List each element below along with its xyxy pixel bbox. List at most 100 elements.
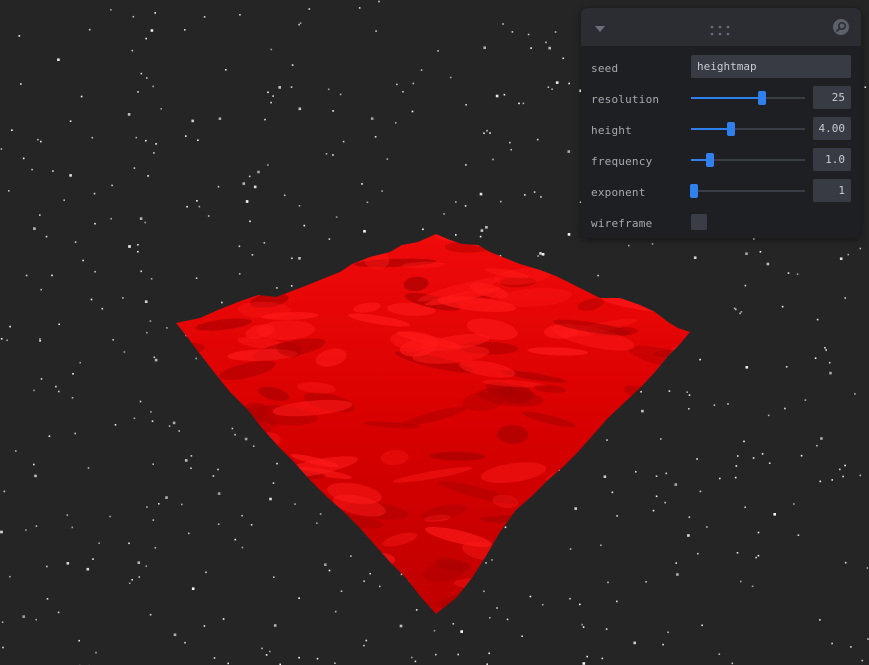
- star: [455, 201, 457, 203]
- frequency-slider[interactable]: [691, 153, 805, 167]
- exponent-value-field[interactable]: 1: [813, 179, 851, 202]
- star: [328, 238, 331, 240]
- star: [267, 91, 269, 94]
- star: [479, 235, 482, 238]
- star: [225, 69, 227, 71]
- star: [172, 421, 176, 425]
- star: [6, 339, 8, 342]
- star: [334, 662, 336, 664]
- grip-dots-icon[interactable]: [709, 21, 731, 40]
- star: [674, 483, 678, 486]
- star: [71, 397, 74, 399]
- star: [586, 655, 588, 658]
- star: [181, 503, 183, 506]
- star: [131, 49, 134, 52]
- height-slider[interactable]: [691, 122, 805, 136]
- star: [25, 529, 27, 531]
- frequency-slider-thumb[interactable]: [706, 153, 715, 167]
- star: [66, 562, 70, 565]
- star: [688, 516, 691, 518]
- star: [3, 490, 6, 493]
- star: [699, 358, 701, 361]
- star: [234, 538, 237, 541]
- star: [135, 136, 138, 139]
- star: [273, 576, 275, 578]
- chevron-down-icon[interactable]: [594, 19, 606, 38]
- star: [735, 308, 737, 311]
- star: [696, 458, 698, 460]
- star: [8, 190, 10, 192]
- star: [248, 175, 251, 178]
- star: [35, 525, 38, 527]
- star: [492, 158, 494, 161]
- frequency-value-field[interactable]: 1.0: [813, 148, 851, 171]
- star: [548, 46, 551, 50]
- star: [667, 631, 669, 634]
- panel-header[interactable]: [581, 8, 861, 46]
- star: [22, 615, 25, 618]
- star: [665, 472, 668, 475]
- star: [793, 503, 795, 505]
- star: [787, 272, 790, 274]
- star: [325, 153, 328, 155]
- star: [740, 580, 742, 583]
- star: [706, 526, 708, 528]
- star: [582, 662, 586, 665]
- exponent-slider[interactable]: [690, 184, 805, 198]
- resolution-value-field[interactable]: 25: [813, 86, 851, 109]
- star: [221, 301, 223, 304]
- star: [386, 158, 389, 160]
- star: [144, 300, 148, 303]
- search-icon[interactable]: [832, 18, 850, 40]
- star: [46, 598, 49, 600]
- star: [316, 657, 319, 660]
- star: [350, 555, 352, 557]
- star: [500, 200, 502, 203]
- star: [744, 506, 746, 509]
- star: [239, 14, 241, 16]
- frequency-row: frequency 1.0: [581, 147, 861, 178]
- star: [819, 480, 822, 483]
- star: [251, 254, 254, 256]
- star: [816, 318, 819, 321]
- star: [110, 9, 112, 11]
- star: [145, 37, 147, 40]
- star: [633, 641, 636, 645]
- star: [137, 561, 141, 564]
- star: [298, 23, 300, 26]
- star: [824, 347, 826, 349]
- resolution-slider-thumb[interactable]: [757, 91, 766, 105]
- star: [191, 587, 195, 590]
- exponent-slider-thumb[interactable]: [690, 184, 699, 198]
- star: [850, 646, 852, 648]
- star: [238, 245, 241, 248]
- star: [264, 118, 266, 121]
- star: [78, 639, 80, 642]
- star: [655, 475, 658, 477]
- star: [816, 444, 818, 447]
- wireframe-checkbox[interactable]: [691, 214, 707, 230]
- star: [819, 619, 821, 621]
- star: [145, 565, 148, 567]
- seed-input[interactable]: [691, 55, 851, 78]
- star: [154, 547, 157, 549]
- star: [399, 624, 403, 628]
- star: [63, 199, 65, 201]
- star: [465, 164, 467, 166]
- star: [190, 455, 193, 457]
- resolution-slider[interactable]: [691, 91, 805, 105]
- star: [574, 507, 577, 510]
- star: [241, 514, 243, 517]
- star: [207, 215, 210, 217]
- star: [480, 229, 484, 232]
- star: [536, 138, 539, 141]
- star: [195, 357, 197, 360]
- star: [547, 86, 550, 88]
- height-slider-thumb[interactable]: [726, 122, 735, 136]
- star: [668, 390, 671, 392]
- star: [217, 492, 221, 495]
- height-value-field[interactable]: 4.00: [813, 117, 851, 140]
- star: [263, 242, 266, 244]
- star: [540, 196, 542, 198]
- star: [132, 15, 135, 18]
